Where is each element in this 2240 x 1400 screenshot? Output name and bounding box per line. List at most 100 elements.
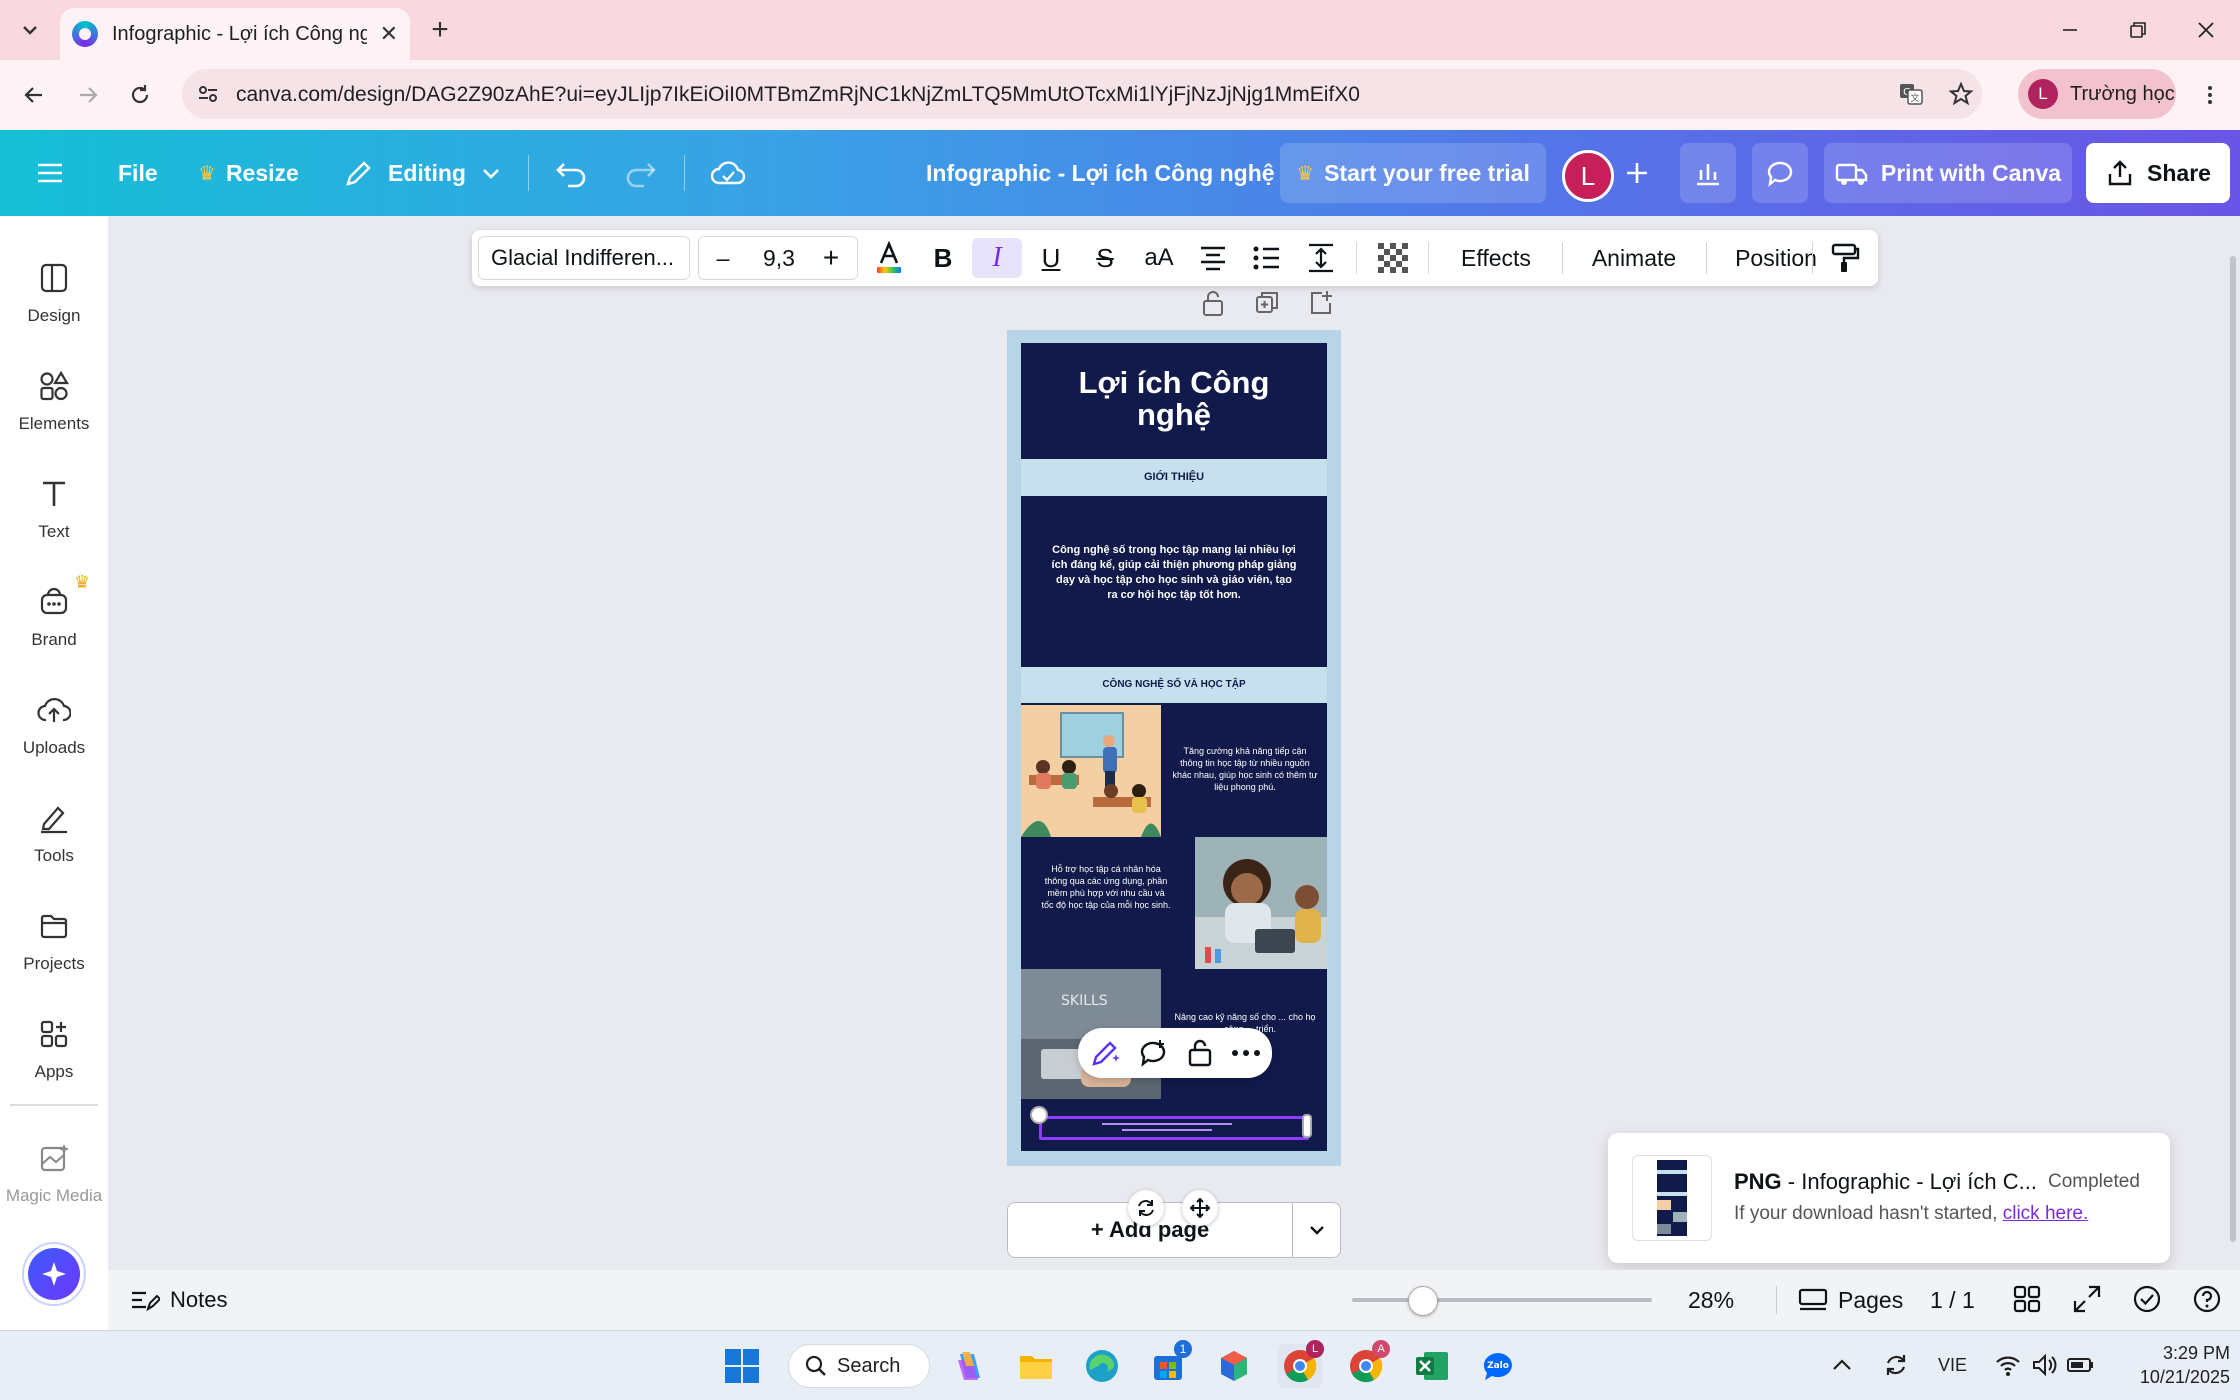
back-button[interactable] bbox=[14, 75, 54, 115]
italic-button[interactable]: I bbox=[972, 238, 1022, 278]
fullscreen-button[interactable] bbox=[2072, 1284, 2104, 1316]
share-button[interactable]: Share bbox=[2086, 143, 2230, 203]
zoom-level[interactable]: 28% bbox=[1688, 1284, 1734, 1316]
transparency-button[interactable] bbox=[1368, 230, 1418, 286]
tab-close-icon[interactable]: ✕ bbox=[380, 21, 398, 47]
vertical-scrollbar[interactable] bbox=[2230, 256, 2236, 1242]
copy-style-button[interactable] bbox=[1820, 230, 1870, 286]
wifi-status[interactable] bbox=[1994, 1351, 2022, 1379]
animate-button[interactable]: Animate bbox=[1572, 230, 1696, 286]
chrome-app-second[interactable]: A bbox=[1344, 1340, 1390, 1388]
move-button[interactable] bbox=[1182, 1190, 1218, 1226]
reload-button[interactable] bbox=[120, 75, 160, 115]
store-app[interactable]: 1 bbox=[1146, 1340, 1192, 1388]
lock-icon[interactable] bbox=[1186, 1038, 1214, 1068]
check-button[interactable] bbox=[2132, 1284, 2164, 1316]
sidebar-item-tools[interactable]: Tools bbox=[0, 788, 108, 888]
undo-button[interactable] bbox=[554, 130, 588, 216]
increase-font-size-button[interactable]: + bbox=[806, 230, 856, 286]
translate-icon[interactable]: G文 bbox=[1898, 81, 1924, 107]
bold-button[interactable]: B bbox=[918, 230, 968, 286]
show-hidden-icons-button[interactable] bbox=[1830, 1353, 1854, 1377]
invite-button[interactable] bbox=[1622, 130, 1652, 216]
grid-view-button[interactable] bbox=[2012, 1284, 2044, 1316]
underline-button[interactable]: U bbox=[1026, 230, 1076, 286]
file-explorer-app[interactable] bbox=[1014, 1344, 1058, 1388]
rotate-handle[interactable] bbox=[1030, 1106, 1048, 1124]
minimize-button[interactable] bbox=[2040, 8, 2100, 52]
system-clock[interactable]: 3:29 PM 10/21/2025 bbox=[2110, 1341, 2230, 1389]
resize-handle-right[interactable] bbox=[1302, 1114, 1312, 1138]
font-size-input[interactable]: 9,3 bbox=[754, 230, 804, 286]
volume-status[interactable] bbox=[2030, 1351, 2058, 1379]
letter-case-button[interactable]: aA bbox=[1134, 230, 1184, 286]
child-tablet-photo[interactable] bbox=[1195, 837, 1327, 969]
classroom-illustration[interactable] bbox=[1021, 705, 1161, 837]
editing-mode-dropdown[interactable]: Editing bbox=[344, 130, 502, 216]
taskbar-search[interactable]: Search bbox=[788, 1344, 930, 1388]
sidebar-item-apps[interactable]: Apps bbox=[0, 1004, 108, 1104]
canva-ai-button[interactable] bbox=[22, 1242, 86, 1306]
print-with-canva-button[interactable]: Print with Canva bbox=[1824, 143, 2072, 203]
zoom-slider-thumb[interactable] bbox=[1408, 1286, 1438, 1316]
section-band-intro[interactable]: GIỚI THIỆU bbox=[1021, 459, 1327, 496]
sidebar-item-elements[interactable]: Elements bbox=[0, 356, 108, 456]
excel-app[interactable] bbox=[1410, 1344, 1454, 1388]
sidebar-item-uploads[interactable]: Uploads bbox=[0, 680, 108, 780]
chrome-app-profile[interactable]: L bbox=[1278, 1340, 1324, 1388]
magic-edit-icon[interactable] bbox=[1090, 1038, 1122, 1068]
file-menu[interactable]: File bbox=[118, 130, 158, 216]
sidebar-item-projects[interactable]: Projects bbox=[0, 896, 108, 996]
forward-button[interactable] bbox=[68, 75, 108, 115]
list-button[interactable] bbox=[1242, 230, 1292, 286]
text-color-button[interactable] bbox=[864, 230, 914, 286]
point-1-text[interactable]: Tăng cường khả năng tiếp cận thông tin h… bbox=[1171, 745, 1319, 793]
add-comment-icon[interactable] bbox=[1138, 1038, 1170, 1068]
spacing-button[interactable] bbox=[1296, 230, 1346, 286]
lock-icon[interactable] bbox=[1200, 289, 1226, 317]
sidebar-item-text[interactable]: Text bbox=[0, 464, 108, 564]
bookmark-star-icon[interactable] bbox=[1948, 81, 1974, 107]
add-page-icon[interactable] bbox=[1308, 289, 1334, 317]
intro-text[interactable]: Công nghệ số trong học tập mang lại nhiề… bbox=[1051, 543, 1297, 603]
decrease-font-size-button[interactable]: – bbox=[698, 230, 748, 286]
download-retry-link[interactable]: click here. bbox=[2003, 1203, 2089, 1224]
insights-button[interactable] bbox=[1680, 143, 1736, 203]
resize-button[interactable]: ♛ Resize bbox=[198, 130, 299, 216]
close-window-button[interactable] bbox=[2176, 8, 2236, 52]
sidebar-item-magic-media[interactable]: Magic Media bbox=[0, 1128, 108, 1228]
browser-menu-button[interactable] bbox=[2190, 75, 2230, 115]
edge-app[interactable] bbox=[1080, 1344, 1124, 1388]
section-band-technology[interactable]: CÔNG NGHỆ SỐ VÀ HỌC TẬP bbox=[1021, 667, 1327, 703]
start-button[interactable] bbox=[720, 1344, 764, 1388]
document-title[interactable]: Infographic - Lợi ích Công nghệ bbox=[926, 130, 1275, 216]
add-page-options-button[interactable] bbox=[1293, 1203, 1341, 1257]
alignment-button[interactable] bbox=[1188, 230, 1238, 286]
zoom-slider[interactable] bbox=[1352, 1298, 1652, 1302]
new-tab-button[interactable]: + bbox=[420, 10, 460, 50]
main-menu-button[interactable] bbox=[36, 130, 64, 216]
strikethrough-button[interactable]: S bbox=[1080, 230, 1130, 286]
input-language[interactable]: VIE bbox=[1938, 1355, 1967, 1376]
comments-button[interactable] bbox=[1752, 143, 1808, 203]
free-trial-button[interactable]: ♛ Start your free trial bbox=[1280, 143, 1546, 203]
profile-button[interactable]: L Trường học bbox=[2018, 69, 2176, 119]
battery-status[interactable] bbox=[2066, 1351, 2096, 1379]
rotate-button[interactable] bbox=[1128, 1190, 1164, 1226]
notes-button[interactable]: Notes bbox=[130, 1284, 227, 1316]
user-avatar[interactable]: L bbox=[1562, 150, 1614, 202]
pages-button[interactable]: Pages bbox=[1798, 1284, 1903, 1316]
duplicate-page-icon[interactable] bbox=[1254, 289, 1280, 317]
zalo-app[interactable]: Zalo bbox=[1476, 1344, 1520, 1388]
sidebar-item-brand[interactable]: Brand ♛ bbox=[0, 572, 108, 672]
tab-search-dropdown[interactable] bbox=[10, 12, 50, 48]
restore-button[interactable] bbox=[2108, 8, 2168, 52]
infographic-title[interactable]: Lợi ích Công nghệ bbox=[1021, 367, 1327, 431]
effects-button[interactable]: Effects bbox=[1440, 230, 1552, 286]
address-bar[interactable]: canva.com/design/DAG2Z90zAhE?ui=eyJLIjp7… bbox=[182, 69, 1982, 119]
point-2-text[interactable]: Hỗ trợ học tập cá nhân hóa thông qua các… bbox=[1041, 863, 1171, 911]
font-family-dropdown[interactable]: Glacial Indifferen... bbox=[478, 236, 690, 280]
site-info-icon[interactable] bbox=[196, 82, 220, 106]
help-button[interactable] bbox=[2192, 1284, 2224, 1316]
save-status-button[interactable] bbox=[710, 130, 746, 216]
